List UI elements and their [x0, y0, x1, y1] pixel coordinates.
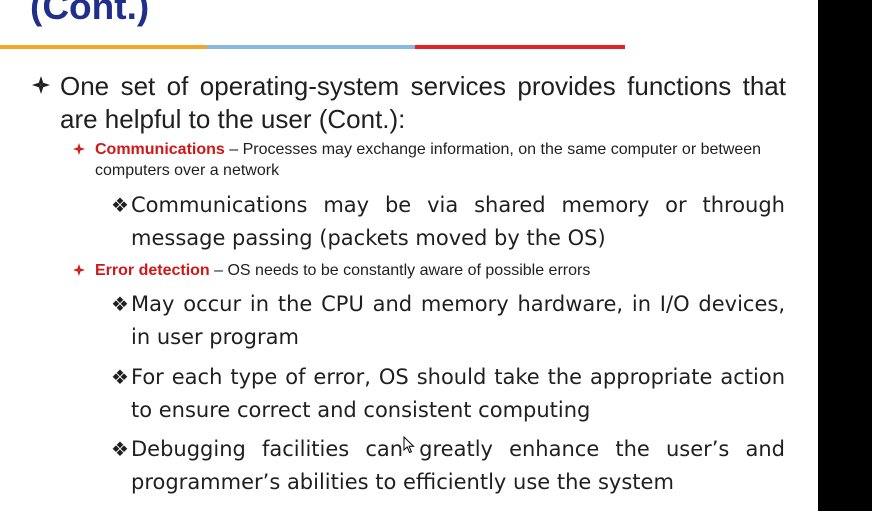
red-diamond-bullet-icon: [73, 264, 85, 276]
sub-diamond-bullet-icon: ❖: [111, 193, 129, 217]
red-diamond-bullet-icon: [73, 143, 85, 155]
title-underline-orange: [0, 45, 207, 49]
main-bullet-text: One set of operating-system services pro…: [60, 71, 786, 134]
communications-subpoint: Communications may be via shared memory …: [131, 193, 785, 250]
error-detection-text: – OS needs to be constantly aware of pos…: [209, 262, 591, 279]
error-subpoint-hardware: May occur in the CPU and memory hardware…: [131, 292, 785, 349]
title-underline-blue: [207, 45, 415, 49]
slide: (Cont.) One set of operating-system serv…: [0, 0, 818, 511]
diamond-bullet-icon: [32, 76, 50, 94]
error-subpoint-action: For each type of error, OS should take t…: [131, 365, 785, 422]
communications-bullet: Communications – Processes may exchange …: [95, 139, 787, 181]
sub-diamond-bullet-icon: ❖: [111, 292, 129, 316]
communications-heading: Communications: [95, 141, 225, 158]
sub-diamond-bullet-icon: ❖: [111, 365, 129, 389]
title-underline-red: [415, 45, 625, 49]
error-detection-heading: Error detection: [95, 262, 210, 279]
mouse-cursor-icon: [403, 436, 415, 454]
sub-diamond-bullet-icon: ❖: [111, 437, 129, 461]
slide-title: (Cont.): [30, 0, 150, 27]
side-black-panel: [818, 0, 872, 511]
error-subpoint-debugging: Debugging facilities can greatly enhance…: [131, 437, 785, 494]
error-detection-bullet: Error detection – OS needs to be constan…: [95, 260, 787, 281]
